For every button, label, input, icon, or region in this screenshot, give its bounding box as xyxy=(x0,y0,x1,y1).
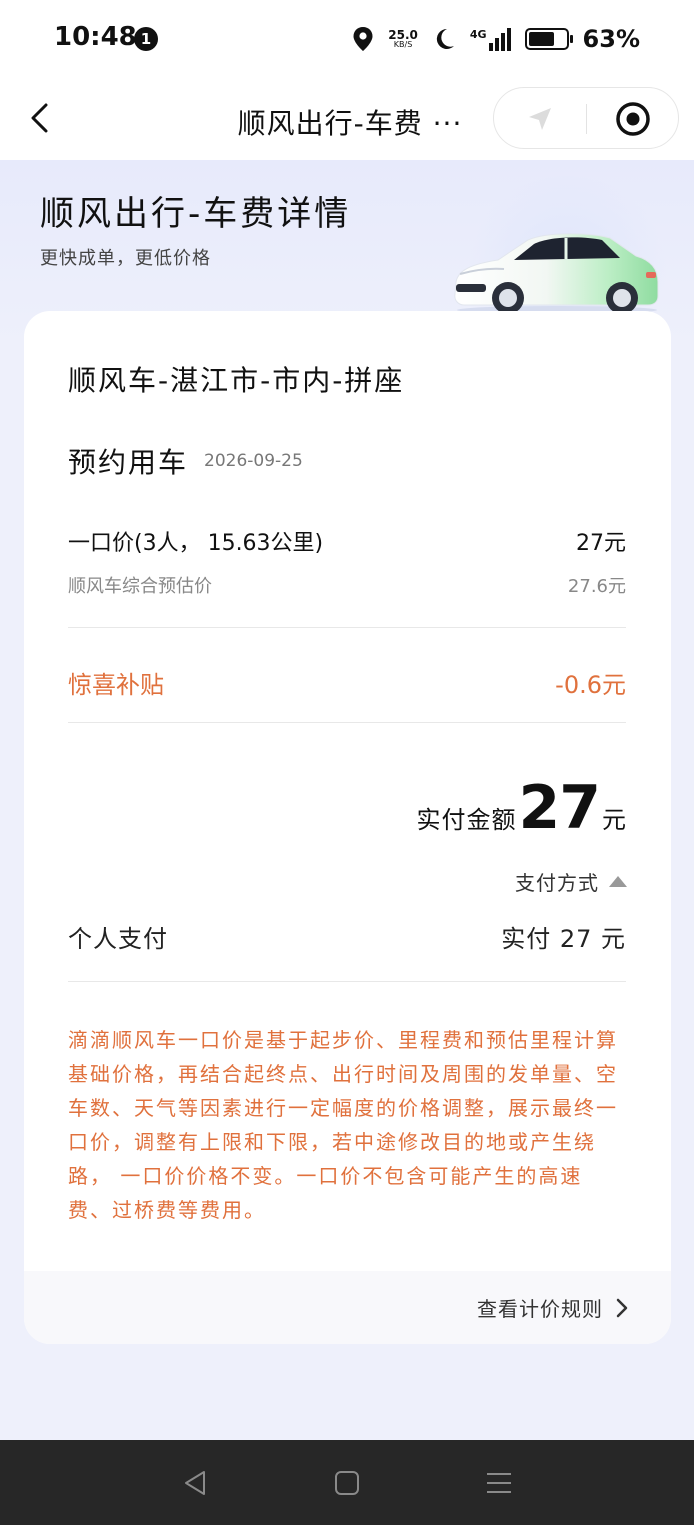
hero-title: 顺风出行-车费详情 xyxy=(40,194,352,234)
pricing-note: 滴滴顺风车一口价是基于起步价、里程费和预估里程计算基础价格，再结合起终点、出行时… xyxy=(68,1028,618,1222)
battery-icon xyxy=(524,28,573,50)
pricing-rules-link[interactable]: 查看计价规则 xyxy=(477,1293,629,1322)
chevron-right-icon xyxy=(616,1298,628,1317)
paid-amount-label: 实付金额 xyxy=(416,806,517,834)
battery-fill xyxy=(528,32,554,46)
menu-lines-icon xyxy=(487,1473,511,1493)
system-navigation-bar xyxy=(0,1440,694,1525)
fixed-price-label: 一口价(3人， 15.63公里) xyxy=(68,531,324,556)
caret-up-icon xyxy=(609,876,627,887)
moon-icon xyxy=(436,28,454,49)
booking-date: 2026-09-25 xyxy=(204,451,303,471)
paid-amount-value: 27 xyxy=(518,773,601,843)
system-menu-button[interactable] xyxy=(484,1468,514,1498)
divider xyxy=(68,627,626,628)
battery-percent: 63% xyxy=(582,25,640,53)
fixed-price-value: 27元 xyxy=(576,531,626,556)
personal-pay-value: 实付 27 元 xyxy=(501,925,626,953)
hero-subtitle: 更快成单，更低价格 xyxy=(40,248,211,269)
status-icons: 25.0 KB/S 4G 63% xyxy=(352,22,640,56)
mini-program-capsule xyxy=(493,87,679,149)
car-illustration xyxy=(454,233,659,314)
location-icon xyxy=(353,27,373,51)
navigation-arrow-icon xyxy=(529,108,551,130)
subsidy-label: 惊喜补贴 xyxy=(68,671,164,699)
fare-detail-card: 顺风车-湛江市-市内-拼座 预约用车 2026-09-25 一口价(3人， 15… xyxy=(24,311,671,1344)
personal-pay-row: 个人支付 实付 27 元 xyxy=(68,919,626,954)
fixed-price-row: 一口价(3人， 15.63公里) 27元 xyxy=(68,525,626,557)
subsidy-row: 惊喜补贴 -0.6元 xyxy=(68,665,626,700)
target-icon xyxy=(616,102,650,136)
network-speed: 25.0 KB/S xyxy=(388,29,418,49)
status-time: 10:48 xyxy=(54,22,137,52)
status-bar: 10:48 1 25.0 KB/S 4G 63% xyxy=(0,0,694,78)
network-type: 4G xyxy=(469,27,487,41)
divider xyxy=(68,981,626,982)
route-title: 顺风车-湛江市-市内-拼座 xyxy=(68,364,405,397)
paid-amount-unit: 元 xyxy=(602,806,626,834)
estimate-value: 27.6元 xyxy=(567,576,626,597)
estimate-label: 顺风车综合预估价 xyxy=(68,576,212,597)
estimate-row: 顺风车综合预估价 27.6元 xyxy=(68,572,626,598)
capsule-divider xyxy=(586,104,587,134)
square-home-icon xyxy=(335,1471,359,1495)
payment-method-label: 支付方式 xyxy=(515,871,599,895)
notification-badge: 1 xyxy=(134,27,158,51)
mini-program-header: 顺风出行-车费 ··· xyxy=(0,78,694,160)
booking-label: 预约用车 xyxy=(68,446,189,479)
system-back-button[interactable] xyxy=(180,1468,210,1498)
card-footer: 查看计价规则 xyxy=(24,1271,671,1344)
pricing-rules-label: 查看计价规则 xyxy=(477,1297,603,1321)
paid-amount: 实付金额 27 元 xyxy=(417,773,627,843)
chevron-left-icon xyxy=(31,103,48,133)
signal-icon: 4G xyxy=(469,27,511,51)
personal-pay-label: 个人支付 xyxy=(68,925,168,953)
page-title: 顺风出行-车费 ··· xyxy=(237,107,463,140)
system-home-button[interactable] xyxy=(332,1468,362,1498)
back-button[interactable] xyxy=(22,98,62,138)
network-speed-unit: KB/S xyxy=(393,40,413,49)
close-mini-program-button[interactable] xyxy=(615,101,651,137)
navigation-button[interactable] xyxy=(524,103,556,135)
triangle-back-icon xyxy=(185,1471,205,1495)
payment-method-toggle[interactable]: 支付方式 xyxy=(515,867,627,896)
divider xyxy=(68,722,626,723)
subsidy-value: -0.6元 xyxy=(555,671,626,699)
